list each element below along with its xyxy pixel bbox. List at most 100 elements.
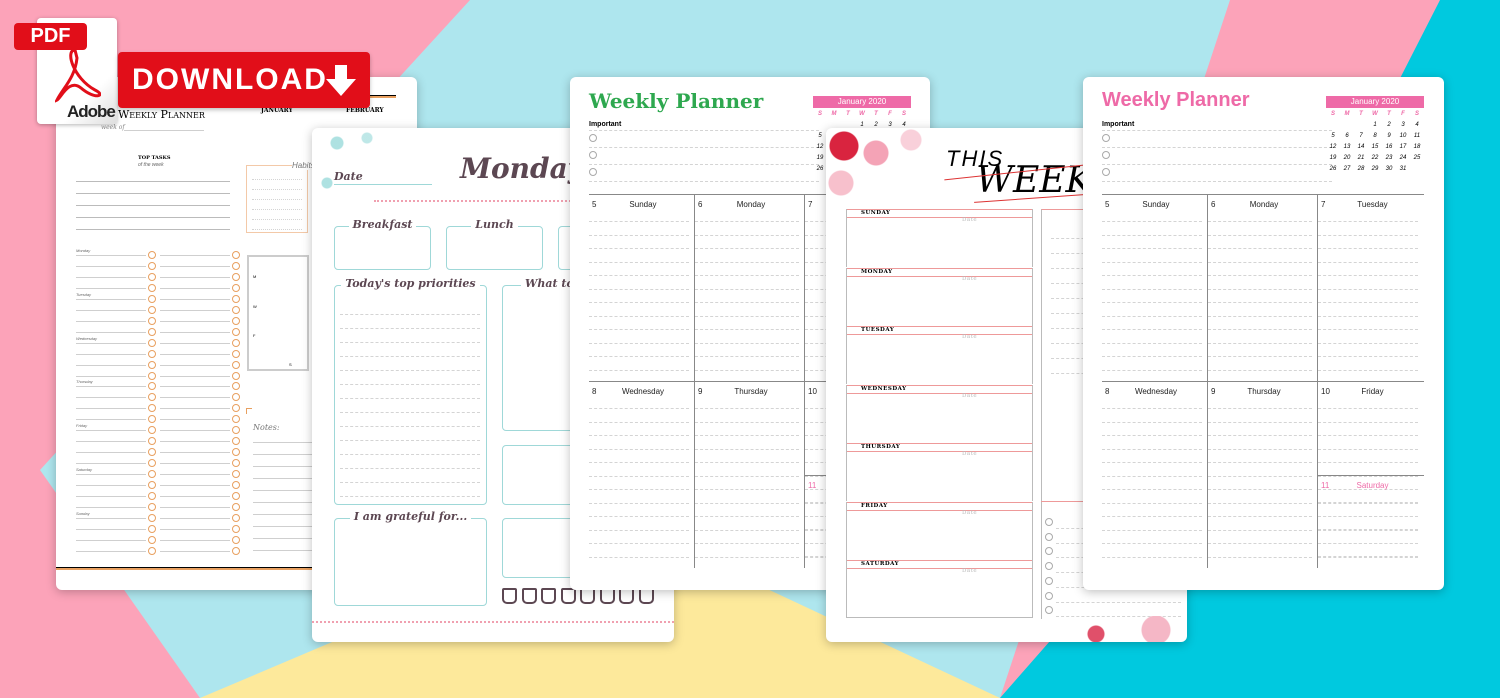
important-checkbox[interactable] xyxy=(589,168,597,176)
calendar-day: 26 xyxy=(816,166,824,172)
task-checkbox[interactable] xyxy=(232,338,240,347)
task-checkbox[interactable] xyxy=(232,251,240,259)
checklist-checkbox[interactable] xyxy=(1045,576,1053,585)
task-checkbox[interactable] xyxy=(148,284,156,292)
day-name: Saturday xyxy=(1356,481,1389,490)
task-checkbox[interactable] xyxy=(232,371,240,380)
habit-tracker-box xyxy=(247,255,309,371)
task-checkbox[interactable] xyxy=(232,349,240,358)
task-checkbox[interactable] xyxy=(232,360,240,369)
task-checkbox[interactable] xyxy=(148,262,156,270)
task-checkbox[interactable] xyxy=(232,470,240,478)
task-checkbox[interactable] xyxy=(148,503,156,511)
task-checkbox[interactable] xyxy=(148,470,156,478)
task-checkbox[interactable] xyxy=(148,524,156,533)
task-checkbox[interactable] xyxy=(148,513,156,522)
day-name: Thursday xyxy=(1247,387,1281,396)
task-checkbox[interactable] xyxy=(148,535,156,544)
calendar-day: 7 xyxy=(1359,133,1363,139)
important-checkbox[interactable] xyxy=(1102,151,1110,159)
task-checkbox[interactable] xyxy=(148,415,156,424)
date-label: Date xyxy=(962,392,978,399)
task-checkbox[interactable] xyxy=(148,360,156,369)
task-checkbox[interactable] xyxy=(148,481,156,489)
task-checkbox[interactable] xyxy=(232,294,240,303)
month-february: FEBRUARY xyxy=(346,107,384,114)
important-checkbox[interactable] xyxy=(1102,134,1110,142)
task-checkbox[interactable] xyxy=(148,305,156,314)
task-checkbox[interactable] xyxy=(232,503,240,511)
task-checkbox[interactable] xyxy=(232,316,240,325)
task-checkbox[interactable] xyxy=(148,546,156,555)
download-button[interactable]: DOWNLOAD xyxy=(118,52,370,108)
pink-weekly-planner-page: Weekly Planner Important January 2020 S M T W T… xyxy=(1083,77,1444,590)
task-checkbox[interactable] xyxy=(232,546,240,555)
water-cup-icon[interactable] xyxy=(599,588,615,604)
checklist-checkbox[interactable] xyxy=(1045,591,1053,600)
task-checkbox[interactable] xyxy=(148,448,156,457)
task-checkbox[interactable] xyxy=(148,349,156,358)
water-cup-icon[interactable] xyxy=(580,588,595,604)
task-checkbox[interactable] xyxy=(148,251,156,259)
water-cup-icon[interactable] xyxy=(521,588,537,604)
task-checkbox[interactable] xyxy=(232,437,240,446)
task-checkbox[interactable] xyxy=(232,535,240,544)
calendar-day: 12 xyxy=(1329,144,1337,150)
task-checkbox[interactable] xyxy=(232,459,240,468)
task-checkbox[interactable] xyxy=(232,524,240,533)
acrobat-icon xyxy=(55,48,101,103)
weekday-label: S xyxy=(1330,111,1335,117)
date-label: Date xyxy=(962,509,978,516)
task-checkbox[interactable] xyxy=(148,327,156,336)
calendar-day: 13 xyxy=(1343,144,1351,150)
day-name: THURSDAY xyxy=(861,444,901,450)
water-cup-icon[interactable] xyxy=(619,588,634,604)
task-checkbox[interactable] xyxy=(148,404,156,413)
date-label: Date xyxy=(962,334,978,340)
task-checkbox[interactable] xyxy=(232,305,240,314)
day-label: Thursday xyxy=(76,379,93,385)
lunch-box: Lunch xyxy=(446,218,543,270)
task-checkbox[interactable] xyxy=(148,382,156,391)
task-checkbox[interactable] xyxy=(148,393,156,402)
task-checkbox[interactable] xyxy=(232,382,240,391)
task-checkbox[interactable] xyxy=(232,513,240,522)
important-checkbox[interactable] xyxy=(589,134,597,142)
water-cup-icon[interactable] xyxy=(502,588,517,604)
checklist-checkbox[interactable] xyxy=(1045,518,1053,526)
task-checkbox[interactable] xyxy=(148,492,156,500)
checklist-checkbox[interactable] xyxy=(1045,532,1053,541)
task-checkbox[interactable] xyxy=(232,492,240,500)
task-checkbox[interactable] xyxy=(148,294,156,303)
task-checkbox[interactable] xyxy=(232,481,240,489)
task-checkbox[interactable] xyxy=(232,448,240,457)
important-checkbox[interactable] xyxy=(589,151,597,159)
task-checkbox[interactable] xyxy=(148,316,156,325)
important-checkbox[interactable] xyxy=(1102,168,1110,176)
calendar-day: 19 xyxy=(1329,155,1337,161)
calendar-day: 6 xyxy=(1345,133,1349,139)
task-checkbox[interactable] xyxy=(232,262,240,270)
water-cup-icon[interactable] xyxy=(638,588,654,604)
task-checkbox[interactable] xyxy=(232,284,240,292)
task-checkbox[interactable] xyxy=(232,426,240,435)
water-cup-icon[interactable] xyxy=(560,588,576,604)
task-checkbox[interactable] xyxy=(148,273,156,281)
calendar-day: 5 xyxy=(1331,133,1335,139)
task-checkbox[interactable] xyxy=(232,327,240,336)
task-checkbox[interactable] xyxy=(232,393,240,402)
task-checkbox[interactable] xyxy=(148,459,156,468)
day-name: Thursday xyxy=(734,387,768,396)
water-cup-icon[interactable] xyxy=(541,588,556,604)
task-checkbox[interactable] xyxy=(232,404,240,413)
calendar-day: 15 xyxy=(1371,144,1379,150)
task-checkbox[interactable] xyxy=(148,437,156,446)
task-checkbox[interactable] xyxy=(232,273,240,281)
flower-decoration xyxy=(826,128,936,208)
task-checkbox[interactable] xyxy=(148,371,156,380)
task-checkbox[interactable] xyxy=(148,426,156,435)
task-checkbox[interactable] xyxy=(232,415,240,424)
day-box: FRIDAY Date xyxy=(846,501,1033,560)
task-checkbox[interactable] xyxy=(148,338,156,347)
day-cell: 8 Wednesday xyxy=(1102,381,1208,568)
